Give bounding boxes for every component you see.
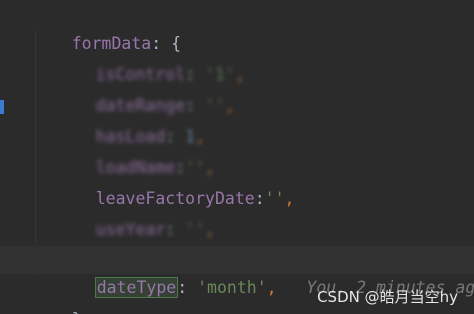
code-line-blurred[interactable]: dateRange: '', [56, 64, 474, 115]
code-line-datetype-current[interactable]: dateType: 'month', You, 2 minutes ago [0, 246, 474, 298]
comma: , [82, 310, 92, 314]
code-editor[interactable]: formData: { isControl: '1', dateRange: '… [0, 0, 474, 314]
code-line-formdata[interactable]: formData: { [32, 2, 474, 53]
watermark: CSDN @皓月当空hy [317, 288, 458, 306]
code-line-blurred[interactable]: isControl: '1', [56, 33, 474, 84]
change-marker [0, 100, 4, 114]
code-line-blurred[interactable]: hasLoad: 1, [56, 95, 474, 146]
code-line-blurred[interactable]: loadImage: '', [56, 219, 474, 270]
close-brace: } [72, 310, 82, 314]
code-line-blurred[interactable]: loadName:'', [56, 126, 474, 177]
code-line-blurred[interactable]: useYear: '', [56, 188, 474, 239]
code-line-leavefactorydate[interactable]: leaveFactoryDate:'', [56, 157, 474, 208]
